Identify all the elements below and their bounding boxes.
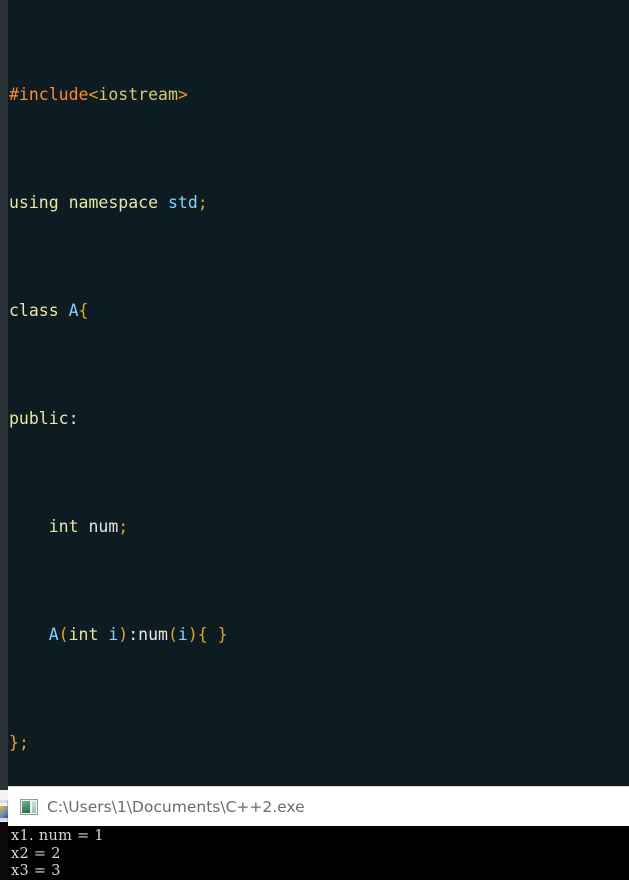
console-output-line: x1. num = 1 bbox=[11, 828, 104, 844]
editor-gutter[interactable] bbox=[0, 0, 8, 786]
console-window-icon bbox=[20, 798, 38, 815]
code-line[interactable]: A(int i):num(i){ } bbox=[8, 621, 629, 648]
console-output[interactable]: x1. num = 1 x2 = 2 x3 = 3 bbox=[8, 826, 629, 880]
preprocessor-directive: #include bbox=[9, 85, 89, 104]
code-line[interactable]: int num; bbox=[8, 513, 629, 540]
code-editor[interactable]: #include<iostream> using namespace std; … bbox=[0, 0, 629, 786]
application-window: #include<iostream> using namespace std; … bbox=[0, 0, 629, 880]
console-output-line: x2 = 2 bbox=[11, 845, 61, 862]
code-line[interactable]: class A{ bbox=[8, 297, 629, 324]
console-window[interactable]: C:\Users\1\Documents\C++2.exe x1. num = … bbox=[0, 786, 629, 880]
console-titlebar[interactable]: C:\Users\1\Documents\C++2.exe bbox=[8, 786, 629, 826]
code-line[interactable]: public: bbox=[8, 405, 629, 432]
code-line[interactable]: #include<iostream> bbox=[8, 81, 629, 108]
console-output-line: x3 = 3 bbox=[11, 863, 61, 879]
code-content[interactable]: #include<iostream> using namespace std; … bbox=[8, 0, 629, 786]
console-title: C:\Users\1\Documents\C++2.exe bbox=[47, 797, 305, 816]
code-line[interactable]: }; bbox=[8, 729, 629, 756]
code-line[interactable]: using namespace std; bbox=[8, 189, 629, 216]
